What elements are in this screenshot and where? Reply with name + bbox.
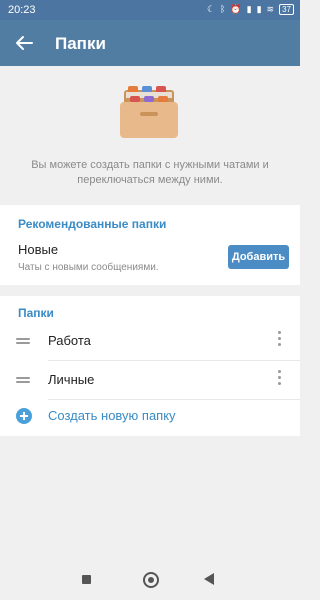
battery-icon: 37 (279, 3, 294, 15)
create-folder-label: Создать новую папку (48, 408, 176, 423)
alarm-icon: ⏰ (230, 4, 242, 14)
signal-icon: ▮ (246, 4, 252, 14)
system-navigation-bar (0, 560, 300, 600)
app-bar: Папки (0, 20, 300, 66)
divider (48, 399, 300, 400)
status-time: 20:23 (8, 4, 36, 16)
intro-text: Вы можете создать папки с нужными чатами… (31, 159, 269, 186)
back-arrow-icon[interactable] (12, 31, 36, 55)
recommended-folder-name: Новые (18, 242, 59, 257)
plus-circle-icon (16, 408, 32, 424)
home-icon[interactable] (143, 572, 159, 588)
folders-card: Папки Работа Личные Создать новую папку (0, 296, 300, 436)
folders-intro: Вы можете создать папки с нужными чатами… (0, 66, 300, 196)
signal-icon-2: ▮ (256, 4, 262, 14)
recent-apps-icon[interactable] (82, 575, 91, 584)
wifi-icon: ≋ (266, 4, 275, 14)
page-title: Папки (55, 34, 106, 53)
add-button[interactable]: Добавить (228, 245, 289, 269)
recommended-folders-card: Рекомендованные папки Новые Чаты с новым… (0, 205, 300, 285)
status-bar: 20:23 ☾ ᛒ ⏰ ▮ ▮ ≋ 37 (0, 0, 300, 20)
drag-handle-icon[interactable] (16, 377, 30, 385)
status-icons: ☾ ᛒ ⏰ ▮ ▮ ≋ 37 (207, 3, 294, 15)
folder-row[interactable]: Личные (0, 361, 300, 399)
recommended-folder-description: Чаты с новыми сообщениями. (18, 262, 159, 273)
folder-row-label: Работа (48, 333, 91, 348)
folder-illustration-icon (120, 86, 178, 138)
moon-icon: ☾ (206, 4, 216, 14)
drag-handle-icon[interactable] (16, 338, 30, 346)
folders-section-title: Папки (18, 306, 54, 320)
more-options-icon[interactable] (276, 331, 282, 351)
recommended-section-title: Рекомендованные папки (18, 217, 167, 231)
folder-row[interactable]: Работа (0, 322, 300, 360)
more-options-icon[interactable] (276, 370, 282, 390)
system-back-icon[interactable] (204, 573, 214, 585)
bluetooth-icon: ᛒ (220, 4, 226, 14)
create-folder-button[interactable]: Создать новую папку (0, 402, 300, 432)
folder-row-label: Личные (48, 372, 95, 387)
